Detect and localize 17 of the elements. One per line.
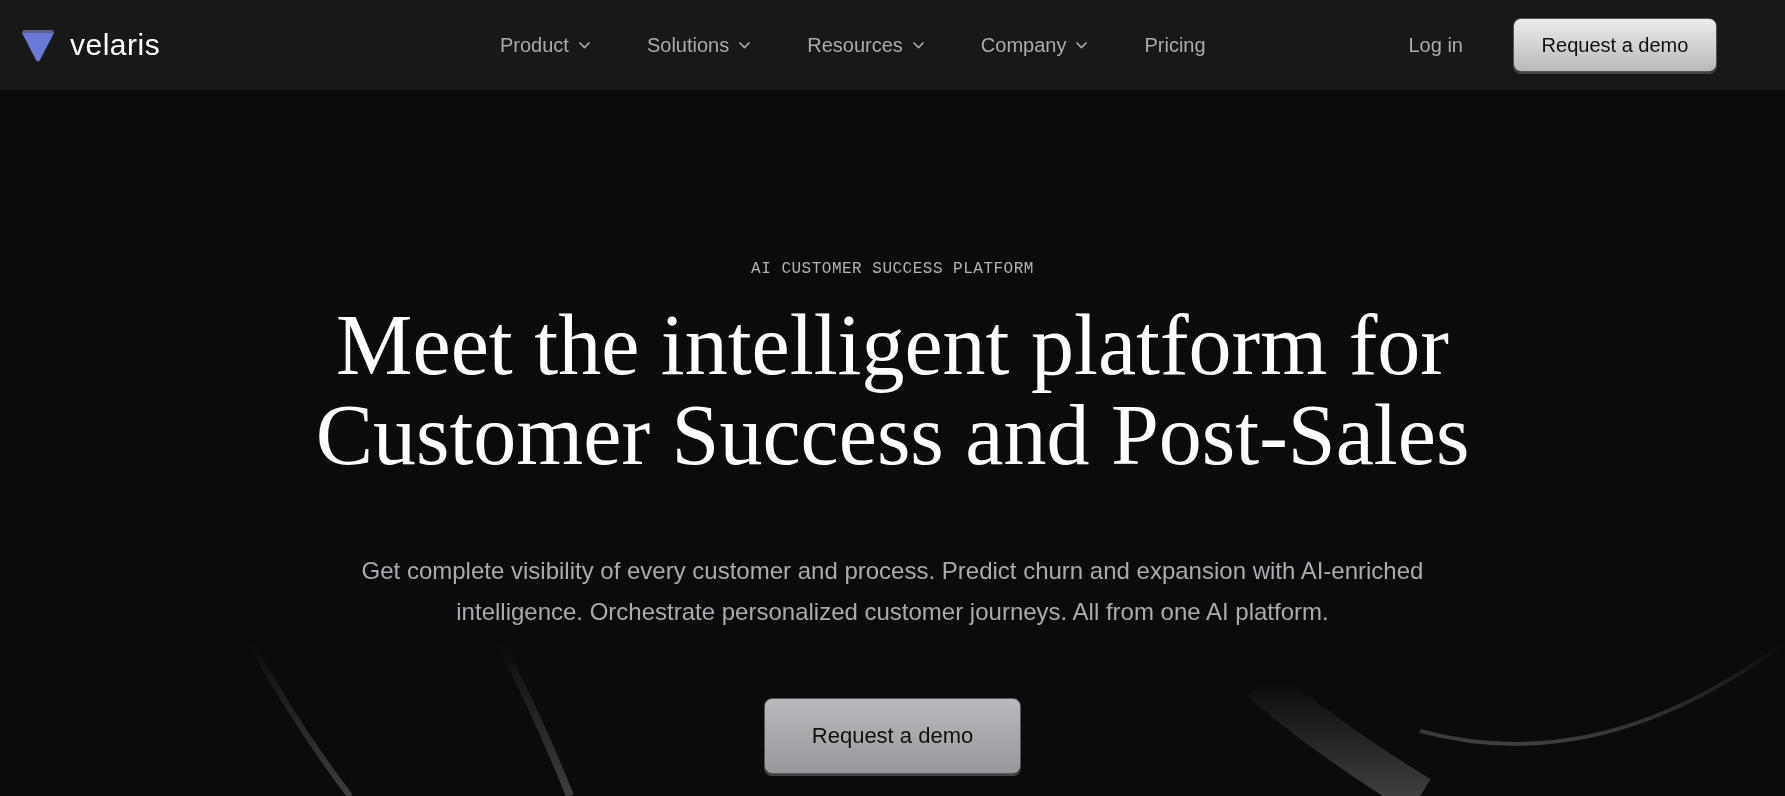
nav-dropdown[interactable]: Solutions	[646, 33, 752, 57]
chevron-down-icon	[1075, 41, 1089, 49]
nav-dropdown[interactable]: Product	[500, 33, 591, 57]
chevron-down-icon	[738, 41, 752, 49]
chevron-down-icon	[577, 41, 591, 49]
request-demo-button[interactable]: Request a demo	[1513, 18, 1717, 72]
login-link[interactable]: Log in	[1408, 33, 1463, 57]
hero-description: Get complete visibility of every customer and process. Predict churn and expansion with AI-enriched intelligence. Orchestrate personalized customer journeys. All from one AI platform.	[360, 556, 1425, 627]
nav-link[interactable]: Pricing	[1144, 33, 1206, 57]
nav-dropdown[interactable]: Resources	[807, 33, 925, 57]
triangle-logo-icon[interactable]	[20, 27, 56, 63]
request-demo-button[interactable]: Request a demo	[764, 698, 1021, 774]
logo-wordmark[interactable]: velaris	[70, 28, 161, 62]
eyebrow-label: AI CUSTOMER SUCCESS PLATFORM	[751, 260, 1034, 278]
chevron-down-icon	[911, 41, 925, 49]
hero-headline: Meet the intelligent platform for Customer Success and Post-Sales	[315, 300, 1470, 480]
nav-dropdown[interactable]: Company	[980, 33, 1089, 57]
